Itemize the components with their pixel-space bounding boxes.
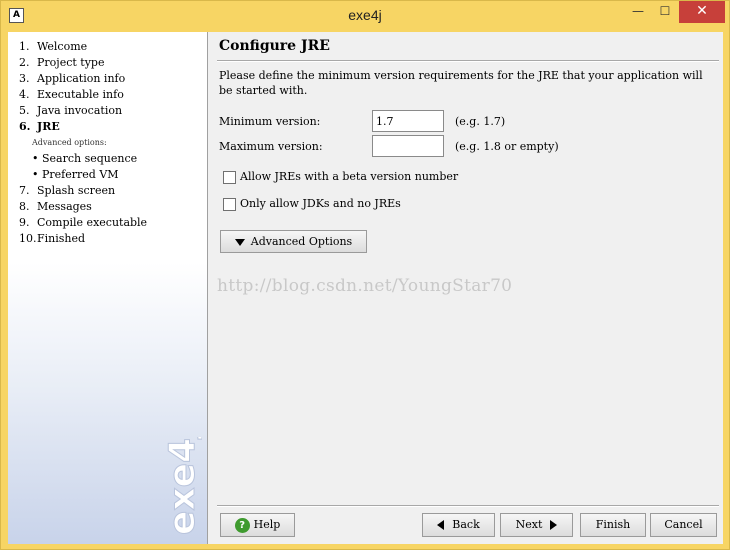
button-label: Help [253, 518, 281, 531]
footer-divider [217, 505, 719, 507]
wizard-client: 1. Welcome 2. Project type 3. Application i… [8, 32, 723, 544]
step-welcome[interactable]: 1. Welcome [19, 39, 147, 55]
step-java-invocation[interactable]: 5. Java invocation [19, 103, 147, 119]
step-splash-screen[interactable]: 7. Splash screen [19, 183, 147, 199]
step-application-info[interactable]: 3. Application info [19, 71, 147, 87]
step-number: 9. [19, 216, 30, 229]
logo-text: exe4j [162, 437, 202, 535]
step-label: Executable info [37, 88, 124, 101]
min-version-hint: (e.g. 1.7) [455, 115, 506, 128]
only-jdk-checkbox[interactable]: Only allow JDKs and no JREs [223, 196, 401, 212]
step-label: Finished [37, 232, 86, 245]
step-number: 7. [19, 184, 30, 197]
step-number: 10. [19, 232, 37, 245]
exe4j-logo: exe4j [162, 437, 203, 536]
step-search-sequence[interactable]: • Search sequence [19, 151, 147, 167]
step-label: Preferred VM [42, 168, 119, 181]
maximize-icon[interactable]: ☐ [652, 1, 678, 23]
max-version-label: Maximum version: [219, 140, 323, 153]
step-label: JRE [37, 120, 60, 133]
step-number: 1. [19, 40, 30, 53]
step-jre[interactable]: 6. JRE [19, 119, 147, 135]
page-description: Please define the minimum version requir… [219, 69, 703, 97]
triangle-down-icon [234, 238, 245, 246]
max-version-input[interactable] [372, 135, 444, 157]
step-label: Compile executable [37, 216, 148, 229]
step-label: Messages [37, 200, 92, 213]
min-version-input[interactable] [372, 110, 444, 132]
step-number: 8. [19, 200, 30, 213]
step-list: 1. Welcome 2. Project type 3. Application i… [19, 39, 147, 247]
checkbox-box[interactable] [223, 197, 236, 211]
step-label: Project type [37, 56, 105, 69]
main-panel: Configure JRE Please define the minimum … [209, 32, 723, 544]
app-window: A exe4j — ☐ ✕ 1. Welcome 2. Project type 3… [0, 0, 730, 550]
close-icon[interactable]: ✕ [679, 1, 725, 23]
arrow-left-icon [437, 520, 445, 530]
window-title: exe4j [348, 7, 382, 23]
title-bar[interactable]: A exe4j — ☐ ✕ [1, 1, 729, 31]
back-button[interactable]: Back [422, 513, 495, 537]
min-version-label: Minimum version: [219, 115, 321, 128]
step-preferred-vm[interactable]: • Preferred VM [19, 167, 147, 183]
advanced-options-heading: Advanced options: [32, 138, 107, 147]
button-label: Next [515, 518, 543, 531]
max-version-hint: (e.g. 1.8 or empty) [455, 140, 559, 153]
button-label: Advanced Options [250, 235, 353, 248]
step-number: 3. [19, 72, 30, 85]
bullet: • [32, 152, 39, 165]
wizard-sidebar: 1. Welcome 2. Project type 3. Application i… [8, 32, 208, 544]
step-number: 4. [19, 88, 30, 101]
help-button[interactable]: ? Help [220, 513, 295, 537]
step-messages[interactable]: 8. Messages [19, 199, 147, 215]
finish-button[interactable]: Finish [580, 513, 646, 537]
step-compile-executable[interactable]: 9. Compile executable [19, 215, 147, 231]
cancel-button[interactable]: Cancel [650, 513, 717, 537]
step-label: Java invocation [37, 104, 123, 117]
checkbox-label: Only allow JDKs and no JREs [240, 197, 401, 210]
checkbox-label: Allow JREs with a beta version number [240, 170, 459, 183]
minimize-icon[interactable]: — [625, 1, 651, 23]
next-button[interactable]: Next [500, 513, 573, 537]
help-icon: ? [234, 517, 250, 533]
step-number: 6. [19, 120, 31, 133]
step-label: Application info [37, 72, 126, 85]
step-executable-info[interactable]: 4. Executable info [19, 87, 147, 103]
title-divider [217, 60, 719, 62]
bullet: • [32, 168, 39, 181]
step-number: 2. [19, 56, 30, 69]
step-finished[interactable]: 10.Finished [19, 231, 147, 247]
advanced-options-button[interactable]: Advanced Options [220, 230, 367, 253]
step-label: Welcome [37, 40, 88, 53]
page-title: Configure JRE [219, 38, 330, 54]
step-label: Search sequence [42, 152, 138, 165]
arrow-right-icon [550, 520, 558, 530]
step-project-type[interactable]: 2. Project type [19, 55, 147, 71]
step-number: 5. [19, 104, 30, 117]
allow-beta-checkbox[interactable]: Allow JREs with a beta version number [223, 169, 458, 185]
button-label: Back [452, 518, 480, 531]
checkbox-box[interactable] [223, 170, 236, 184]
watermark-text: http://blog.csdn.net/YoungStar70 [217, 276, 513, 296]
step-label: Splash screen [37, 184, 116, 197]
